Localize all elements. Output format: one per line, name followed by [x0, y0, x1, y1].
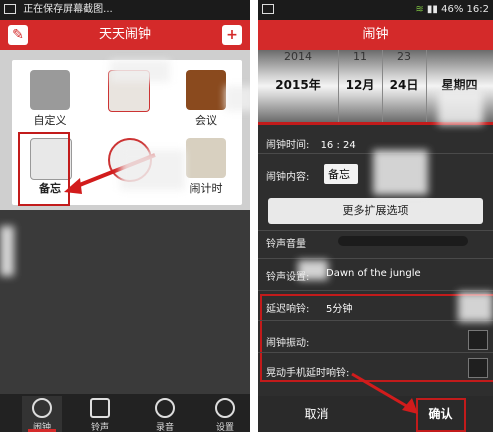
- tile-label: 会议: [195, 114, 217, 127]
- vibrate-label: 闹钟振动:: [266, 338, 310, 349]
- blur-patch: [438, 90, 483, 125]
- day-wheel[interactable]: 23 24日: [382, 50, 427, 122]
- tile-label: 闹计时: [189, 182, 223, 195]
- blur-patch: [225, 86, 250, 111]
- blur-patch: [298, 260, 328, 280]
- alarm-clock-icon: [32, 398, 52, 418]
- tile-label: 自定义: [33, 114, 67, 127]
- status-bar: 正在保存屏幕截图...: [0, 0, 250, 20]
- tile-custom[interactable]: 自定义: [22, 68, 78, 127]
- blur-patch: [0, 226, 14, 276]
- blur-patch: [120, 150, 185, 190]
- wifi-icon: ≋: [415, 4, 424, 15]
- year-wheel[interactable]: 2014 2015年: [258, 50, 339, 122]
- alarm-titlebar: 闹钟: [258, 20, 493, 50]
- bottom-nav: 闹钟 铃声 录音 设置: [0, 394, 250, 432]
- blur-patch: [458, 292, 493, 322]
- tools-icon: [30, 70, 70, 110]
- battery-level: 46%: [441, 4, 464, 15]
- delay-row[interactable]: 延迟响铃: 5分钟: [266, 300, 485, 315]
- app-titlebar: ✎ 天天闹钟 +: [0, 20, 250, 50]
- alarm-time-row: 闹钟时间: 16 : 24: [266, 140, 356, 151]
- blur-patch: [110, 60, 170, 82]
- image-icon: [262, 4, 274, 14]
- status-text: 正在保存屏幕截图...: [23, 4, 113, 15]
- add-icon[interactable]: +: [222, 25, 242, 45]
- month-wheel[interactable]: 11 12月: [338, 50, 383, 122]
- record-icon: [155, 398, 175, 418]
- nav-record[interactable]: 录音: [145, 396, 185, 432]
- right-screen: ≋ ▮▮ 46% 16:2 闹钟 2014 2015年 11 12月 23 24…: [258, 0, 493, 432]
- nav-alarm[interactable]: 闹钟: [22, 396, 62, 432]
- screen-title: 闹钟: [362, 27, 389, 42]
- content-input[interactable]: 备忘: [324, 164, 358, 184]
- volume-slider[interactable]: [338, 236, 468, 246]
- briefcase-icon: [186, 70, 226, 110]
- tile-timer[interactable]: 闹计时: [178, 136, 234, 195]
- blur-patch: [373, 150, 428, 195]
- hourglass-icon: [186, 138, 226, 178]
- nav-ringtone[interactable]: 铃声: [80, 396, 120, 432]
- more-options-button[interactable]: 更多扩展选项: [268, 198, 483, 224]
- shake-checkbox[interactable]: [468, 358, 488, 378]
- confirm-highlight-box: [416, 398, 466, 432]
- vibrate-checkbox[interactable]: [468, 330, 488, 350]
- gear-icon: [215, 398, 235, 418]
- arrow-icon: [351, 372, 418, 414]
- music-note-icon: [90, 398, 110, 418]
- left-screen: 正在保存屏幕截图... ✎ 天天闹钟 + 自定义 会议 备忘 闹计时 闹钟 铃声…: [0, 0, 250, 432]
- status-time: 16:2: [466, 4, 489, 15]
- signal-icon: ▮▮: [426, 4, 438, 15]
- edit-icon[interactable]: ✎: [8, 25, 28, 45]
- status-bar: ≋ ▮▮ 46% 16:2: [258, 0, 493, 20]
- app-title: 天天闹钟: [98, 27, 151, 42]
- nav-settings[interactable]: 设置: [205, 396, 245, 432]
- screenshot-icon: [4, 4, 16, 14]
